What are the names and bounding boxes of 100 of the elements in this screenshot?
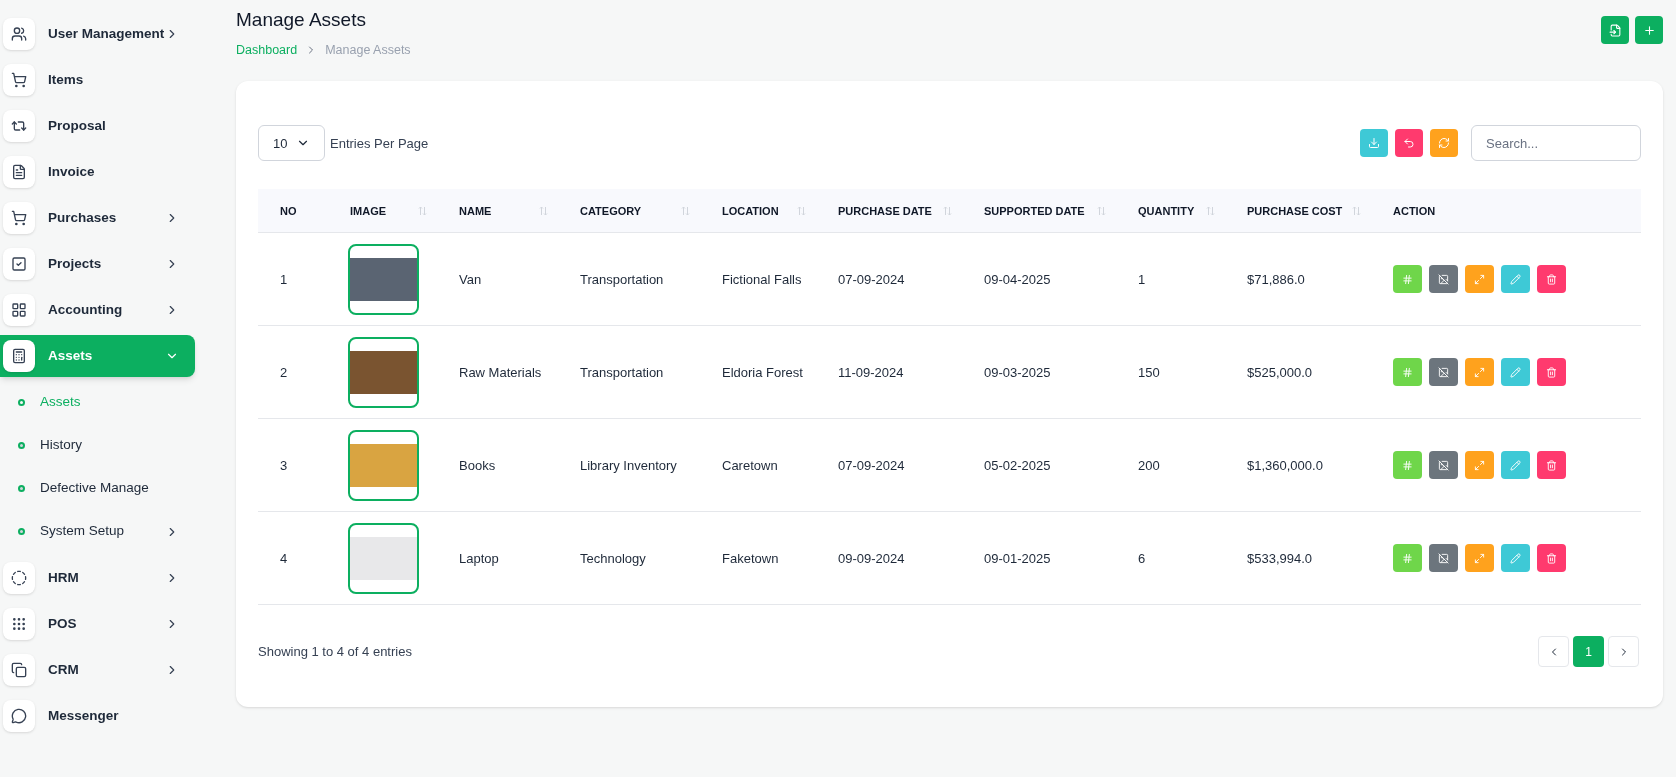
table-cell-text: 1 xyxy=(1138,270,1146,289)
column-header[interactable]: PURCHASE DATE xyxy=(838,202,952,219)
previous-page-button[interactable] xyxy=(1538,636,1569,668)
sidebar-item[interactable]: Accounting xyxy=(0,289,195,331)
action-button[interactable] xyxy=(1501,544,1530,573)
table-cell-text: 07-09-2024 xyxy=(838,270,905,289)
table-cell-text: Technology xyxy=(580,549,646,568)
search-field[interactable]: Search... xyxy=(1471,125,1641,162)
crossed-image-icon xyxy=(1438,459,1449,471)
cart-icon xyxy=(11,72,27,88)
submenu-item[interactable]: System Setup xyxy=(0,510,195,553)
action-button[interactable] xyxy=(1537,451,1566,480)
next-page-button[interactable] xyxy=(1608,636,1639,668)
hash-icon xyxy=(1402,273,1413,285)
add-button[interactable] xyxy=(1635,16,1663,44)
delete-icon xyxy=(1546,366,1557,378)
sidebar-item[interactable]: CRM xyxy=(0,649,195,691)
import-button[interactable] xyxy=(1601,16,1629,44)
delete-icon xyxy=(1546,552,1557,564)
column-header[interactable]: IMAGE xyxy=(350,202,427,219)
table-cell-text: 150 xyxy=(1138,363,1160,382)
bullet-icon xyxy=(18,399,25,406)
submenu-label: Defective Manage xyxy=(40,479,149,498)
table-cell-text: 07-09-2024 xyxy=(838,456,905,475)
action-button[interactable] xyxy=(1501,358,1530,387)
photo-placeholder xyxy=(348,429,419,501)
per-page-label: Entries Per Page xyxy=(330,134,429,153)
sidebar-item[interactable]: Proposal xyxy=(0,105,195,147)
sidebar-item[interactable]: POS xyxy=(0,603,195,645)
action-button[interactable] xyxy=(1465,358,1494,387)
sidebar-label: Items xyxy=(48,70,84,89)
hash-icon xyxy=(1402,366,1413,378)
table-cell-text: Faketown xyxy=(722,549,779,568)
action-button[interactable] xyxy=(1501,265,1530,294)
bullet-icon xyxy=(18,442,25,449)
sidebar-item[interactable]: Messenger xyxy=(0,695,195,737)
sort-icon xyxy=(681,205,690,216)
action-button[interactable] xyxy=(1501,451,1530,480)
action-button[interactable] xyxy=(1537,358,1566,387)
sidebar-label: HRM xyxy=(48,568,79,587)
action-button[interactable] xyxy=(1465,265,1494,294)
per-page-select[interactable]: 10 xyxy=(258,125,325,162)
bullet-icon xyxy=(18,485,25,492)
table-cell-text: 2 xyxy=(280,363,288,382)
action-button[interactable] xyxy=(1537,544,1566,573)
submenu-item[interactable]: History xyxy=(0,424,195,467)
hash-icon xyxy=(1402,552,1413,564)
sidebar-label: Assets xyxy=(48,346,93,365)
download-button[interactable] xyxy=(1360,129,1388,158)
column-header[interactable]: NAME xyxy=(459,202,548,219)
action-button[interactable] xyxy=(1429,358,1458,387)
delete-icon xyxy=(1546,459,1557,471)
users-icon xyxy=(11,26,27,42)
hash-icon xyxy=(1402,459,1413,471)
chat-icon xyxy=(11,708,27,724)
sidebar-item[interactable]: Purchases xyxy=(0,197,195,239)
column-header[interactable]: LOCATION xyxy=(722,202,806,219)
sort-icon xyxy=(539,205,548,216)
table-cell-text: 09-09-2024 xyxy=(838,549,905,568)
submenu-label: Assets xyxy=(40,393,81,412)
action-button[interactable] xyxy=(1429,265,1458,294)
sidebar-item[interactable]: Items xyxy=(0,59,195,101)
column-header[interactable]: QUANTITY xyxy=(1138,202,1215,219)
expand-icon xyxy=(1474,552,1485,564)
action-button[interactable] xyxy=(1465,544,1494,573)
action-button[interactable] xyxy=(1537,265,1566,294)
refresh-button[interactable] xyxy=(1430,129,1458,158)
sort-icon xyxy=(797,205,806,216)
sidebar-item[interactable]: Projects xyxy=(0,243,195,285)
table-cell-text: Van xyxy=(459,270,482,289)
undo-button[interactable] xyxy=(1395,129,1423,158)
sidebar-label: Messenger xyxy=(48,706,119,725)
file-icon xyxy=(1608,23,1622,37)
expand-icon xyxy=(1474,366,1485,378)
table-cell-text: 4 xyxy=(280,549,288,568)
table-cell-text: Library Inventory xyxy=(580,456,677,475)
column-header[interactable]: PURCHASE COST xyxy=(1247,202,1361,219)
column-header[interactable]: SUPPORTED DATE xyxy=(984,202,1106,219)
sidebar-label: User Management xyxy=(48,24,165,43)
dashed-circle-icon xyxy=(11,570,27,586)
column-header: NO xyxy=(280,203,298,219)
sidebar-item[interactable]: User Management xyxy=(0,13,195,55)
table-cell-text: Eldoria Forest xyxy=(722,363,803,382)
action-button[interactable] xyxy=(1429,544,1458,573)
page-title: Manage Assets xyxy=(236,8,367,32)
submenu-label: History xyxy=(40,436,82,455)
sort-icon xyxy=(943,205,952,216)
table-cell-text: 200 xyxy=(1138,456,1160,475)
action-button[interactable] xyxy=(1429,451,1458,480)
submenu-item[interactable]: Defective Manage xyxy=(0,467,195,510)
sidebar-item[interactable]: Invoice xyxy=(0,151,195,193)
sidebar-label: Proposal xyxy=(48,116,106,135)
sidebar-item[interactable]: HRM xyxy=(0,557,195,599)
crossed-image-icon xyxy=(1438,273,1449,285)
photo-placeholder xyxy=(348,243,419,315)
column-header[interactable]: CATEGORY xyxy=(580,202,690,219)
table-cell-text: 1 xyxy=(280,270,288,289)
bullet-icon xyxy=(18,528,25,535)
action-button[interactable] xyxy=(1465,451,1494,480)
table-cell-text: Laptop xyxy=(459,549,499,568)
